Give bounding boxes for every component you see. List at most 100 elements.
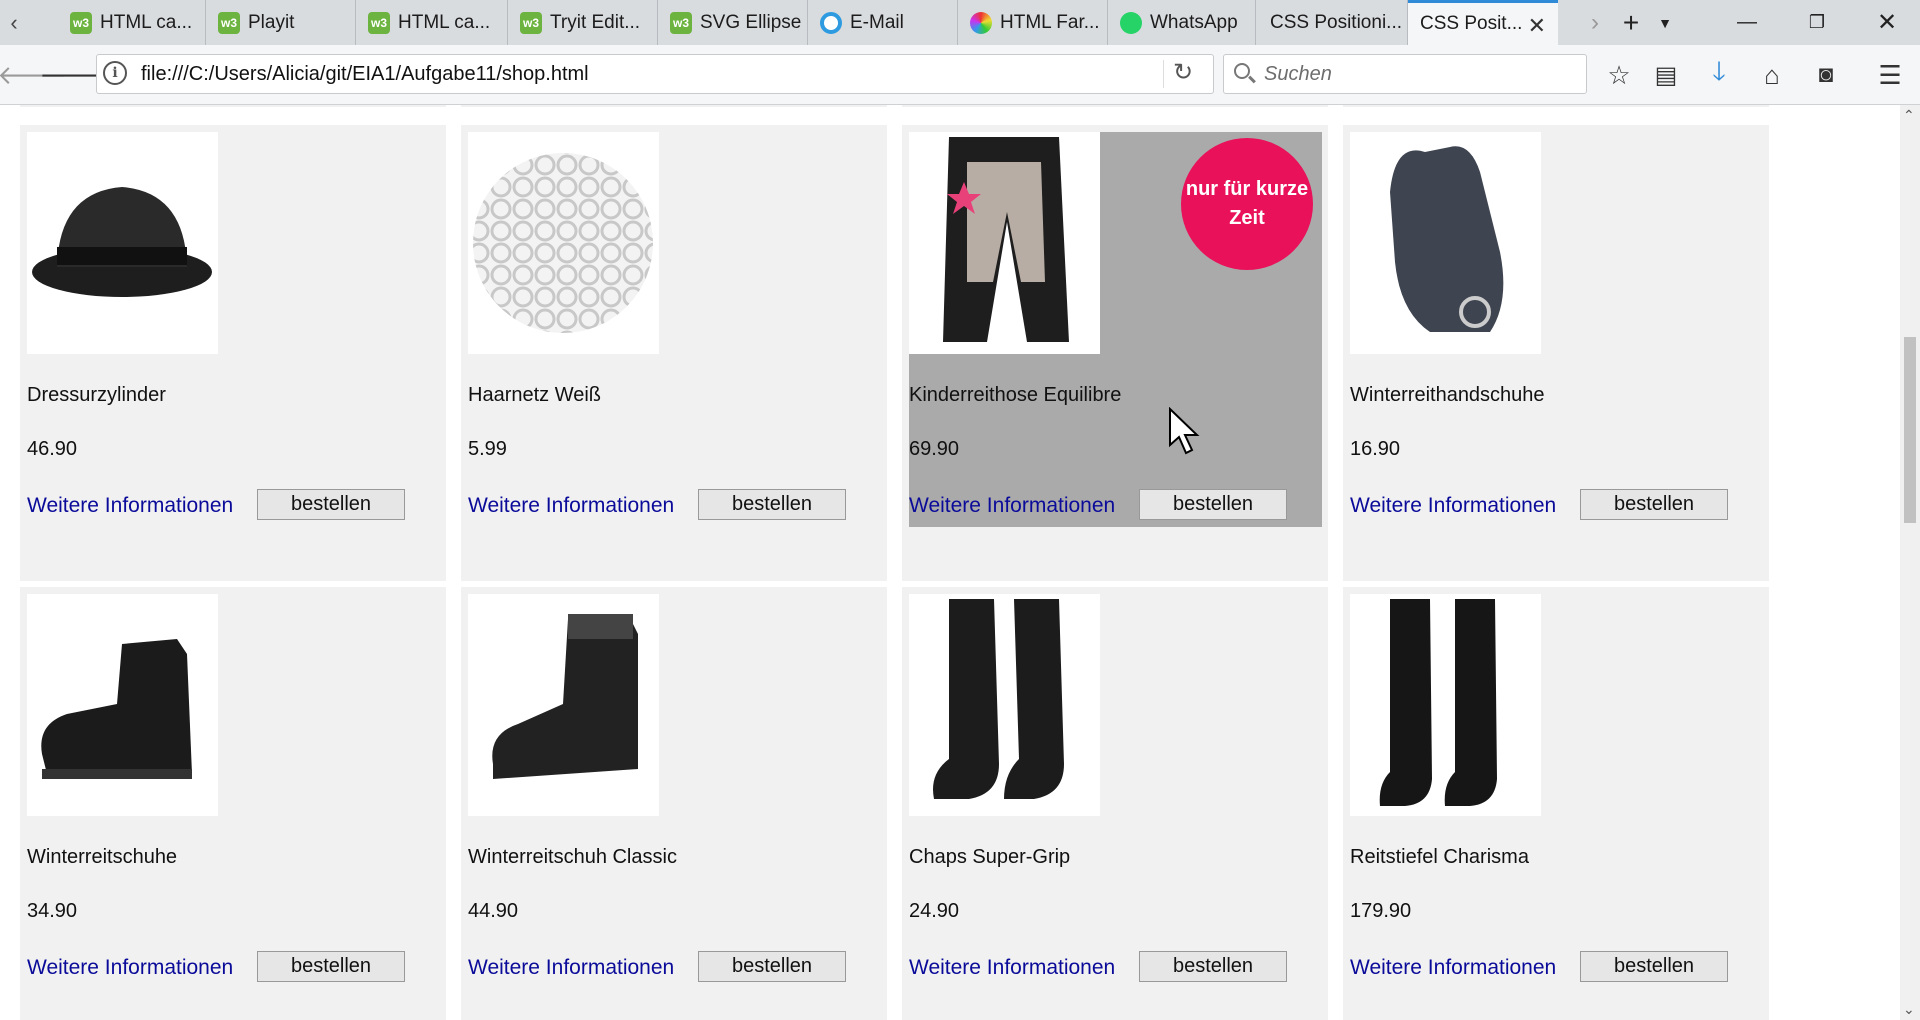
w3schools-icon: w3 [520, 11, 542, 34]
more-info-link[interactable]: Weitere Informationen [1350, 494, 1556, 518]
tab-list-chevron-icon[interactable]: ▼ [1652, 0, 1678, 45]
product-price: 46.90 [27, 438, 78, 460]
search-placeholder: Suchen [1264, 63, 1332, 85]
tab-label: HTML ca... [398, 11, 491, 33]
tab-3[interactable]: w3 HTML ca... [356, 0, 508, 45]
product-card: Dressurzylinder 46.90 Weitere Informatio… [20, 125, 446, 581]
order-button[interactable]: bestellen [1580, 951, 1728, 982]
scrollbar-thumb[interactable] [1904, 337, 1916, 523]
search-input[interactable]: Suchen [1223, 54, 1587, 94]
reload-icon[interactable]: ↻ [1173, 58, 1193, 87]
product-card: Haarnetz Weiß 5.99 Weitere Informationen… [461, 125, 887, 581]
tab-2[interactable]: w3 Playit [206, 0, 356, 45]
product-image [1350, 132, 1541, 354]
tab-6[interactable]: E-Mail [808, 0, 958, 45]
tab-label: Playit [248, 11, 295, 33]
url-bar[interactable]: i file:///C:/Users/Alicia/git/EIA1/Aufga… [96, 54, 1214, 94]
product-image [27, 132, 218, 354]
whatsapp-icon [1120, 11, 1142, 34]
w3schools-icon: w3 [70, 11, 92, 34]
more-info-link[interactable]: Weitere Informationen [27, 956, 233, 980]
product-card-highlighted: nur für kurze Zeit Kinderreithose Equilib… [902, 125, 1328, 581]
tab-4[interactable]: w3 Tryit Edit... [508, 0, 658, 45]
order-button[interactable]: bestellen [1139, 951, 1287, 982]
search-icon [1234, 63, 1250, 79]
more-info-link[interactable]: Weitere Informationen [909, 956, 1115, 980]
tab-active[interactable]: CSS Posit... ✕ [1408, 0, 1558, 45]
tab-1[interactable]: w3 HTML ca... [58, 0, 206, 45]
more-info-link[interactable]: Weitere Informationen [27, 494, 233, 518]
product-price: 24.90 [909, 900, 960, 922]
product-card-partial [902, 105, 1328, 107]
restore-icon[interactable]: ❐ [1782, 0, 1852, 45]
forward-arrow-icon[interactable]: 🡒 [39, 55, 109, 95]
product-price: 16.90 [1350, 438, 1401, 460]
badge-line: nur für kurze [1185, 178, 1309, 200]
w3schools-icon: w3 [670, 11, 692, 34]
more-info-link[interactable]: Weitere Informationen [1350, 956, 1556, 980]
hamburger-menu-icon[interactable]: ☰ [1870, 55, 1910, 95]
product-card: Winterreitschuhe 34.90 Weitere Informati… [20, 587, 446, 1020]
product-price: 5.99 [468, 438, 507, 460]
scroll-down-icon[interactable]: ⌄ [1903, 1001, 1915, 1018]
pocket-icon[interactable]: ◙ [1806, 55, 1846, 95]
more-info-link[interactable]: Weitere Informationen [468, 494, 674, 518]
mouse-pointer-icon [1169, 407, 1200, 455]
tab-7[interactable]: HTML Far... [958, 0, 1108, 45]
product-card: Chaps Super-Grip 24.90 Weitere Informati… [902, 587, 1328, 1020]
scroll-up-icon[interactable]: ⌃ [1903, 107, 1915, 124]
reader-list-icon[interactable]: ▤ [1646, 55, 1686, 95]
product-card: Winterreitschuh Classic 44.90 Weitere In… [461, 587, 887, 1020]
product-name: Winterreitschuhe [27, 846, 178, 868]
product-card-partial [1343, 105, 1769, 107]
more-info-link[interactable]: Weitere Informationen [468, 956, 674, 980]
tab-label: HTML ca... [100, 11, 193, 33]
more-info-link[interactable]: Weitere Informationen [909, 494, 1115, 518]
product-image [909, 594, 1100, 816]
tab-5[interactable]: w3 SVG Ellipse [658, 0, 808, 45]
product-price: 69.90 [909, 438, 960, 460]
product-name: Winterreitschuh Classic [468, 846, 677, 868]
order-button[interactable]: bestellen [257, 951, 405, 982]
tab-scroll-right-icon[interactable]: › [1582, 0, 1608, 45]
window-close-icon[interactable]: ✕ [1852, 0, 1920, 45]
w3schools-icon: w3 [368, 11, 390, 34]
tab-label: Tryit Edit... [550, 11, 641, 33]
product-name: Kinderreithose Equilibre [909, 384, 1122, 406]
product-card: Reitstiefel Charisma 179.90 Weitere Info… [1343, 587, 1769, 1020]
product-price: 44.90 [468, 900, 519, 922]
minimize-icon[interactable]: — [1712, 0, 1782, 45]
product-name: Winterreithandschuhe [1350, 384, 1545, 406]
page-content: Dressurzylinder 46.90 Weitere Informatio… [0, 105, 1900, 1020]
product-image [909, 132, 1100, 354]
download-icon[interactable]: 🡓 [1699, 55, 1739, 95]
close-tab-icon[interactable]: ✕ [1528, 13, 1546, 39]
site-info-icon[interactable]: i [103, 61, 127, 85]
tab-scroll-left-icon[interactable]: ‹ [0, 0, 28, 45]
product-card: Winterreithandschuhe 16.90 Weitere Infor… [1343, 125, 1769, 581]
tab-label: WhatsApp [1150, 11, 1238, 33]
navigation-bar: 🡐 🡒 i file:///C:/Users/Alicia/git/EIA1/A… [0, 45, 1920, 105]
tab-label: E-Mail [850, 11, 904, 33]
product-price: 34.90 [27, 900, 78, 922]
order-button[interactable]: bestellen [1139, 489, 1287, 520]
bookmark-star-icon[interactable]: ☆ [1599, 55, 1639, 95]
order-button[interactable]: bestellen [1580, 489, 1728, 520]
tab-label: CSS Posit... [1420, 13, 1523, 34]
vertical-scrollbar[interactable]: ⌃ ⌄ [1900, 105, 1920, 1020]
order-button[interactable]: bestellen [698, 951, 846, 982]
product-price: 179.90 [1350, 900, 1412, 922]
product-card-partial [20, 105, 446, 107]
new-tab-icon[interactable]: + [1616, 0, 1646, 45]
tab-9[interactable]: CSS Positioni... [1256, 0, 1408, 45]
product-card-partial [461, 105, 887, 107]
order-button[interactable]: bestellen [257, 489, 405, 520]
url-text[interactable]: file:///C:/Users/Alicia/git/EIA1/Aufgabe… [141, 63, 589, 86]
order-button[interactable]: bestellen [698, 489, 846, 520]
limited-time-badge: nur für kurze Zeit [1181, 138, 1313, 270]
home-icon[interactable]: ⌂ [1752, 55, 1792, 95]
product-image [27, 594, 218, 816]
product-image [468, 594, 659, 816]
badge-line: Zeit [1229, 207, 1265, 229]
tab-8[interactable]: WhatsApp [1108, 0, 1256, 45]
